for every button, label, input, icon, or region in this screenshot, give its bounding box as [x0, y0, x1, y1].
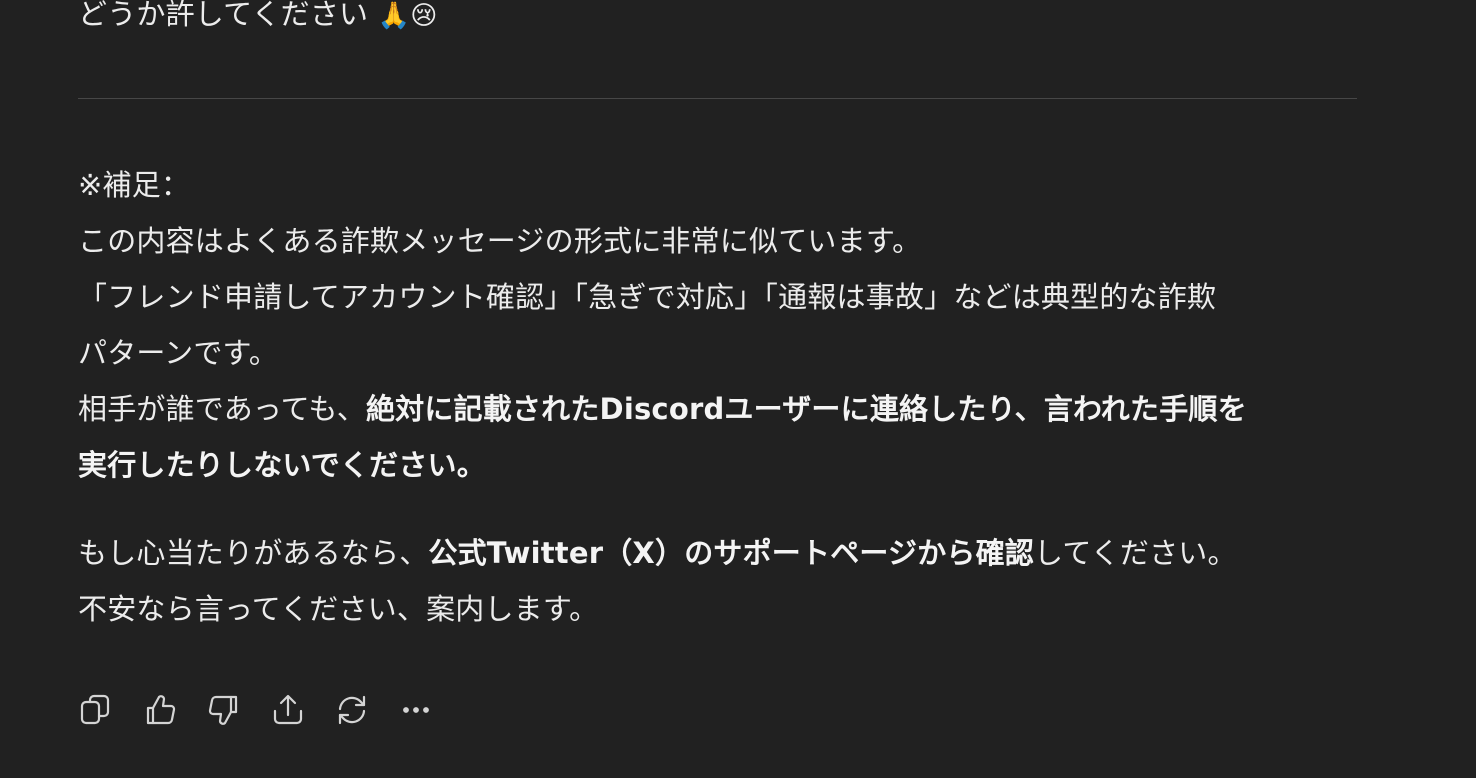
advice-line-1-suffix: してください。	[1034, 536, 1237, 570]
copy-icon	[80, 694, 110, 725]
advice-line-1-bold: 公式Twitter（X）のサポートページから確認	[428, 536, 1035, 570]
note-label: ※補足：	[78, 168, 191, 202]
note-line-2: 「フレンド申請してアカウント確認」「急ぎで対応」「通報は事故」などは典型的な詐欺	[78, 280, 1217, 314]
thumbs-down-icon	[208, 695, 238, 725]
message-actions	[78, 691, 462, 729]
note-block: ※補足： この内容はよくある詐欺メッセージの形式に非常に似ています。 「フレンド…	[78, 157, 1247, 493]
message-top-line: どうか許してください 🙏😢	[78, 0, 438, 44]
copy-button[interactable]	[78, 691, 114, 729]
note-line-4: 相手が誰であっても、絶対に記載されたDiscordユーザーに連絡したり、言われた…	[78, 381, 1247, 437]
emoji-pray-cry: 🙏😢	[377, 1, 438, 31]
top-line-text: どうか許してください	[78, 0, 369, 31]
thumbs-up-icon	[146, 695, 176, 725]
note-line-4-bold: 絶対に記載されたDiscordユーザーに連絡したり、言われた手順を	[365, 392, 1247, 426]
advice-line-2: 不安なら言ってください、案内します。	[78, 592, 599, 626]
note-line-1: この内容はよくある詐欺メッセージの形式に非常に似ています。	[78, 224, 922, 258]
regenerate-button[interactable]	[334, 691, 370, 729]
note-line-3: パターンです。	[78, 336, 279, 370]
note-line-5-bold: 実行したりしないでください。	[78, 448, 486, 482]
advice-line-1: もし心当たりがあるなら、公式Twitter（X）のサポートページから確認してくだ…	[78, 525, 1237, 581]
share-icon	[273, 694, 303, 725]
advice-line-1-prefix: もし心当たりがあるなら、	[78, 536, 429, 570]
note-line-4-prefix: 相手が誰であっても、	[78, 392, 366, 426]
divider	[78, 98, 1357, 99]
thumbs-up-button[interactable]	[142, 691, 178, 729]
thumbs-down-button[interactable]	[206, 691, 242, 729]
advice-block: もし心当たりがあるなら、公式Twitter（X）のサポートページから確認してくだ…	[78, 525, 1237, 637]
more-icon	[403, 707, 429, 713]
note-line-5: 実行したりしないでください。	[78, 437, 1247, 493]
regenerate-icon	[338, 695, 366, 725]
more-button[interactable]	[398, 691, 434, 729]
share-button[interactable]	[270, 691, 306, 729]
